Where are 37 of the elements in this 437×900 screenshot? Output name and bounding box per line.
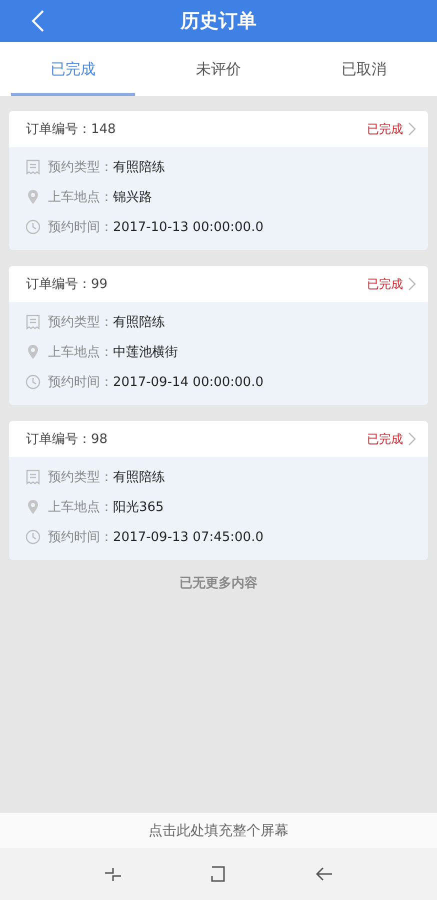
order-number: 订单编号：99 bbox=[26, 276, 109, 293]
clock-icon bbox=[25, 374, 41, 390]
order-number: 订单编号：98 bbox=[26, 431, 109, 448]
order-card[interactable]: 订单编号：148 已完成 预约类型：有照陪练 上车地点：锦兴路 预约时间：2017-10-13 00:00:00.0 bbox=[9, 111, 428, 250]
receipt-icon bbox=[25, 469, 41, 485]
pickup-location: 上车地点：中莲池横街 bbox=[48, 344, 178, 361]
tab[interactable]: 已取消 bbox=[302, 42, 426, 96]
reservation-time: 预约时间：2017-09-14 00:00:00.0 bbox=[48, 374, 264, 391]
order-card[interactable]: 订单编号：99 已完成 预约类型：有照陪练 上车地点：中莲池横街 预约时间：2017-09-14 00:00:00.0 bbox=[9, 266, 428, 405]
page-title: 历史订单 bbox=[180, 9, 256, 34]
order-number: 订单编号：148 bbox=[26, 121, 117, 138]
chevron-icon bbox=[408, 277, 416, 291]
back-icon[interactable] bbox=[31, 9, 45, 33]
order-status: 已完成 bbox=[367, 430, 403, 448]
reservation-type: 预约类型：有照陪练 bbox=[48, 159, 165, 176]
receipt-icon bbox=[25, 159, 41, 175]
fill-screen-bar[interactable]: 点击此处填充整个屏幕 bbox=[0, 813, 437, 848]
location-pin-icon bbox=[25, 499, 41, 515]
location-pin-icon bbox=[25, 189, 41, 205]
order-status: 已完成 bbox=[367, 120, 403, 138]
reservation-time: 预约时间：2017-10-13 00:00:00.0 bbox=[48, 219, 264, 236]
tab[interactable]: 未评价 bbox=[156, 42, 280, 96]
reservation-time: 预约时间：2017-09-13 07:45:00.0 bbox=[48, 529, 264, 546]
clock-icon bbox=[25, 529, 41, 545]
reservation-type: 预约类型：有照陪练 bbox=[48, 314, 165, 331]
order-status: 已完成 bbox=[367, 276, 403, 292]
chevron-icon bbox=[408, 122, 416, 136]
order-card[interactable]: 订单编号：98 已完成 预约类型：有照陪练 上车地点：阳光365 预约时间：2017-09-13 07:45:00.0 bbox=[9, 421, 428, 560]
end-of-list-note: 已无更多内容 bbox=[178, 574, 258, 592]
location-pin-icon bbox=[25, 344, 41, 360]
clock-icon bbox=[25, 219, 41, 235]
reservation-type: 预约类型：有照陪练 bbox=[48, 469, 165, 486]
tab[interactable]: 已完成 bbox=[11, 42, 135, 96]
pickup-location: 上车地点：锦兴路 bbox=[48, 189, 152, 206]
chevron-icon bbox=[408, 432, 416, 446]
receipt-icon bbox=[25, 314, 41, 330]
pickup-location: 上车地点：阳光365 bbox=[48, 499, 164, 516]
